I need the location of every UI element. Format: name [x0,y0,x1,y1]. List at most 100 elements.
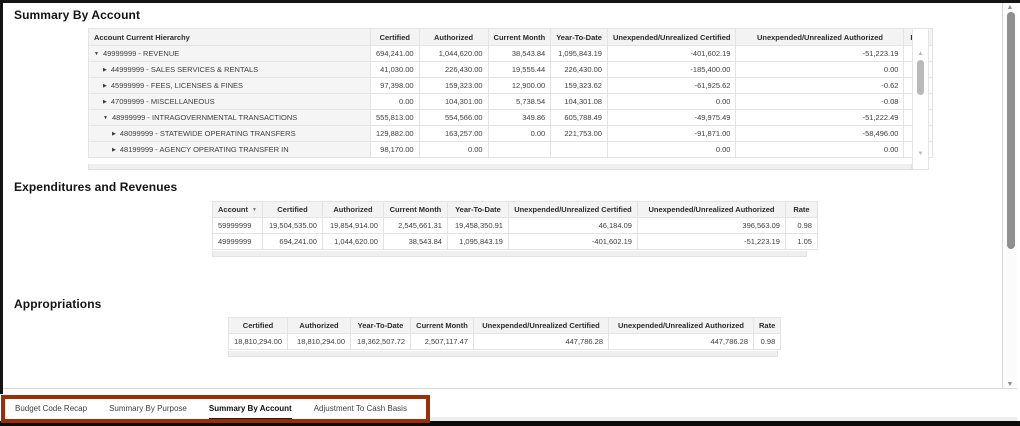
column-header-label: Rate [793,205,809,214]
expand-node-icon[interactable]: ▶ [103,99,107,105]
table-row[interactable]: ▶44999999 - SALES SERVICES & RENTALS41,0… [89,62,933,78]
tab-summary-by-account[interactable]: Summary By Account [209,389,292,420]
collapse-node-icon[interactable]: ▼ [103,115,108,121]
table-row[interactable]: ▼49999999 - REVENUE694,241.001,044,620.0… [89,46,933,62]
table-row[interactable]: 5999999919,504,535.0019,854,914.002,545,… [213,218,818,234]
cell: 0.98 [754,334,781,350]
cell: 12,900.00 [488,78,551,94]
cell: 226,430.00 [419,62,488,78]
cell: 694,241.00 [371,46,420,62]
expand-node-icon[interactable]: ▶ [103,83,107,89]
cell: 1,044,620.00 [322,234,383,250]
cell: 0.98 [785,218,817,234]
hierarchy-cell: ▶ 48199999 - AGENCY OPERATING TRANSFER IN [89,142,371,158]
table-row[interactable]: 49999999694,241.001,044,620.0038,543.841… [213,234,818,250]
cell: 0.00 [736,62,904,78]
cell: 18,810,294.00 [229,334,288,350]
column-header-label: Authorized [434,33,473,42]
scrollbar-thumb[interactable] [1007,12,1015,249]
scroll-up-icon[interactable]: ▲ [913,51,928,57]
tab-summary-by-purpose[interactable]: Summary By Purpose [109,389,187,420]
cell: 41,030.00 [371,62,420,78]
cell: 396,563.09 [637,218,785,234]
cell: 1,044,620.00 [419,46,488,62]
cell: 38,543.84 [383,234,447,250]
column-header-rate[interactable]: Rate [754,318,781,334]
column-header-unexpended-unrealized-certified[interactable]: Unexpended/Unrealized Certified [607,29,736,46]
column-header-unexpended-unrealized-authorized[interactable]: Unexpended/Unrealized Authorized [637,202,785,218]
cell [551,142,608,158]
cell: 104,301.00 [419,94,488,110]
column-header-year-to-date[interactable]: Year-To-Date [447,202,508,218]
cell: 19,504,535.00 [262,218,322,234]
column-header-authorized[interactable]: Authorized [288,318,351,334]
column-header-year-to-date[interactable]: Year-To-Date [351,318,411,334]
page-scrollbar[interactable]: ▲ ▼ [1002,3,1017,389]
tab-budget-code-recap[interactable]: Budget Code Recap [15,389,87,420]
header-row: Account Current Hierarchy Certified Author… [89,29,933,46]
account-label: 48199999 - AGENCY OPERATING TRANSFER IN [120,145,289,154]
cell: 19,555.44 [488,62,551,78]
header-row: Certified Authorized Year-To-Date Current M… [229,318,781,334]
expand-node-icon[interactable]: ▶ [112,131,116,137]
column-header-account-current-hierarchy[interactable]: Account Current Hierarchy [89,29,371,46]
column-header-current-month[interactable]: Current Month [383,202,447,218]
tab-adjustment-to-cash-basis[interactable]: Adjustment To Cash Basis [314,389,407,420]
expand-node-icon[interactable]: ▶ [103,67,107,73]
cell: 163,257.00 [419,126,488,142]
column-header-authorized[interactable]: Authorized [419,29,488,46]
cell: 0.00 [607,142,736,158]
table-row[interactable]: 18,810,294.0018,810,294.0018,362,507.722… [229,334,781,350]
summary-table-scrollbar[interactable]: ▲ ▼ [912,28,929,170]
column-header-current-month[interactable]: Current Month [411,318,474,334]
column-header-certified[interactable]: Certified [371,29,420,46]
column-header-unexpended-unrealized-authorized[interactable]: Unexpended/Unrealized Authorized [736,29,904,46]
cell: 221,753.00 [551,126,608,142]
column-header-label: Certified [277,205,307,214]
column-header-label: Year-To-Date [358,321,404,330]
scroll-up-icon[interactable]: ▲ [1003,4,1017,11]
table-row[interactable]: ▼48999999 - INTRAGOVERNMENTAL TRANSACTIO… [89,110,933,126]
column-header-unexpended-unrealized-certified[interactable]: Unexpended/Unrealized Certified [508,202,637,218]
cell: -185,400.00 [607,62,736,78]
column-header-authorized[interactable]: Authorized [322,202,383,218]
column-header-label: Certified [243,321,273,330]
cell: -0.08 [736,94,904,110]
table-row[interactable]: ▶ 48199999 - AGENCY OPERATING TRANSFER IN… [89,142,933,158]
scroll-down-icon[interactable]: ▼ [913,151,928,157]
summary-table-bottom-scrollbar-track[interactable] [88,164,912,170]
column-header-label: Rate [759,321,775,330]
column-header-label: Unexpended/Unrealized Authorized [648,205,774,214]
section-title-summary-by-account: Summary By Account [14,8,140,22]
scrollbar-thumb[interactable] [917,60,924,95]
column-header-account[interactable]: Account ▼ [213,202,263,218]
expand-node-icon[interactable]: ▶ [112,147,116,153]
column-header-year-to-date[interactable]: Year-To-Date [551,29,608,46]
appropriations-table-bottom-scrollbar-track[interactable] [228,351,778,357]
cell: -401,602.19 [508,234,637,250]
column-header-label: Unexpended/Unrealized Authorized [618,321,744,330]
column-header-label: Account [218,205,248,214]
column-header-unexpended-unrealized-certified[interactable]: Unexpended/Unrealized Certified [474,318,609,334]
column-header-label: Certified [380,33,410,42]
column-header-certified[interactable]: Certified [229,318,288,334]
collapse-node-icon[interactable]: ▼ [94,51,99,57]
cell: 226,430.00 [551,62,608,78]
column-header-unexpended-unrealized-authorized[interactable]: Unexpended/Unrealized Authorized [609,318,754,334]
cell: 38,543.84 [488,46,551,62]
table-row[interactable]: ▶45999999 - FEES, LICENSES & FINES97,398… [89,78,933,94]
sort-descending-icon[interactable]: ▼ [252,207,257,213]
account-label: 48099999 - STATEWIDE OPERATING TRANSFERS [120,129,296,138]
column-header-current-month[interactable]: Current Month [488,29,551,46]
table-row[interactable]: ▶47099999 - MISCELLANEOUS0.00104,301.005… [89,94,933,110]
appropriations-table: Certified Authorized Year-To-Date Current M… [228,317,781,350]
screenshot-frame-left [0,0,3,394]
column-header-label: Unexpended/Unrealized Certified [613,33,731,42]
expenditures-table-bottom-scrollbar-track[interactable] [212,251,807,257]
scroll-down-icon[interactable]: ▼ [1003,381,1017,388]
column-header-certified[interactable]: Certified [262,202,322,218]
table-row[interactable]: ▶ 48099999 - STATEWIDE OPERATING TRANSFER… [89,126,933,142]
cell: -51,223.19 [637,234,785,250]
cell: 18,810,294.00 [288,334,351,350]
column-header-rate[interactable]: Rate [785,202,817,218]
